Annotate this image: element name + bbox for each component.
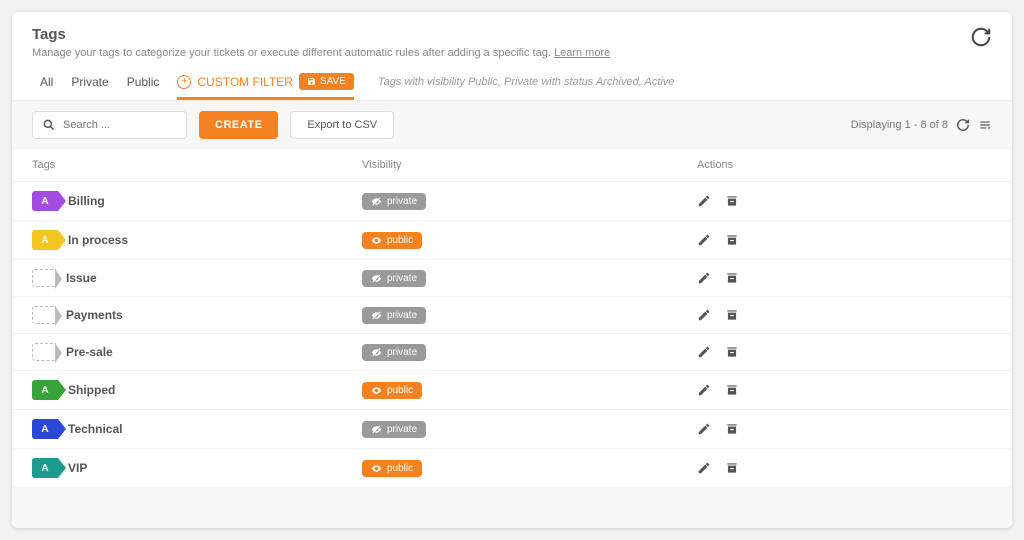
table-header: Tags Visibility Actions	[12, 149, 1012, 181]
table-row: Issue private	[12, 259, 1012, 296]
tab-public[interactable]: Public	[127, 75, 160, 99]
tag-name: In process	[68, 233, 128, 247]
row-actions	[697, 422, 992, 436]
archive-icon[interactable]	[725, 271, 739, 285]
tag-color-icon	[32, 269, 56, 287]
visibility-badge: private	[362, 270, 426, 287]
row-actions	[697, 345, 992, 359]
tag-color-icon	[32, 306, 56, 324]
table-row: A Technical private	[12, 409, 1012, 448]
search-icon	[42, 118, 56, 132]
row-actions	[697, 233, 992, 247]
archive-icon[interactable]	[725, 422, 739, 436]
filter-description: Tags with visibility Public, Private wit…	[378, 76, 675, 98]
row-actions	[697, 194, 992, 208]
visibility-badge: private	[362, 193, 426, 210]
table-row: Pre-sale private	[12, 333, 1012, 370]
tag-name: Billing	[68, 194, 105, 208]
table-row: A In process public	[12, 220, 1012, 259]
refresh-icon[interactable]	[970, 26, 992, 48]
tag-color-icon: A	[32, 230, 58, 250]
create-button[interactable]: CREATE	[199, 111, 278, 139]
col-actions: Actions	[697, 159, 992, 171]
table-row: A VIP public	[12, 448, 1012, 488]
table-row: A Shipped public	[12, 370, 1012, 409]
archive-icon[interactable]	[725, 345, 739, 359]
edit-icon[interactable]	[697, 308, 711, 322]
tag-name: VIP	[68, 461, 87, 475]
toolbar: CREATE Export to CSV Displaying 1 - 8 of…	[12, 101, 1012, 149]
visibility-badge: private	[362, 421, 426, 438]
edit-icon[interactable]	[697, 461, 711, 475]
row-actions	[697, 271, 992, 285]
col-tags: Tags	[32, 159, 362, 171]
edit-icon[interactable]	[697, 233, 711, 247]
tag-name: Payments	[66, 308, 123, 322]
tag-color-icon: A	[32, 380, 58, 400]
refresh-small-icon[interactable]	[956, 118, 970, 132]
add-filter-icon: +	[177, 75, 191, 89]
archive-icon[interactable]	[725, 194, 739, 208]
tag-color-icon: A	[32, 419, 58, 439]
page-subtitle: Manage your tags to categorize your tick…	[32, 47, 610, 59]
tab-private[interactable]: Private	[71, 75, 108, 99]
columns-icon[interactable]	[978, 118, 992, 132]
archive-icon[interactable]	[725, 383, 739, 397]
table-row: A Billing private	[12, 181, 1012, 220]
visibility-badge: public	[362, 460, 422, 477]
edit-icon[interactable]	[697, 422, 711, 436]
col-visibility: Visibility	[362, 159, 697, 171]
archive-icon[interactable]	[725, 461, 739, 475]
tabs-bar: All Private Public + CUSTOM FILTER SAVE …	[12, 59, 1012, 101]
archive-icon[interactable]	[725, 308, 739, 322]
table-body: A Billing private A In process public Issue pri…	[12, 181, 1012, 488]
edit-icon[interactable]	[697, 271, 711, 285]
edit-icon[interactable]	[697, 345, 711, 359]
export-csv-button[interactable]: Export to CSV	[290, 111, 394, 139]
tag-name: Shipped	[68, 383, 115, 397]
visibility-badge: private	[362, 344, 426, 361]
tag-name: Issue	[66, 271, 97, 285]
tag-color-icon: A	[32, 458, 58, 478]
learn-more-link[interactable]: Learn more	[554, 47, 610, 59]
table-row: Payments private	[12, 296, 1012, 333]
save-filter-button[interactable]: SAVE	[299, 73, 354, 90]
edit-icon[interactable]	[697, 383, 711, 397]
row-actions	[697, 308, 992, 322]
tab-all[interactable]: All	[40, 75, 53, 99]
edit-icon[interactable]	[697, 194, 711, 208]
visibility-badge: private	[362, 307, 426, 324]
page-title: Tags	[32, 26, 610, 43]
row-actions	[697, 461, 992, 475]
visibility-badge: public	[362, 382, 422, 399]
archive-icon[interactable]	[725, 233, 739, 247]
tab-custom-filter[interactable]: + CUSTOM FILTER SAVE	[177, 73, 354, 100]
visibility-badge: public	[362, 232, 422, 249]
tag-color-icon: A	[32, 191, 58, 211]
displaying-text: Displaying 1 - 8 of 8	[851, 119, 948, 131]
row-actions	[697, 383, 992, 397]
tag-name: Pre-sale	[66, 345, 113, 359]
tag-name: Technical	[68, 422, 122, 436]
save-icon	[307, 77, 316, 86]
tag-color-icon	[32, 343, 56, 361]
tags-panel: Tags Manage your tags to categorize your…	[12, 12, 1012, 528]
